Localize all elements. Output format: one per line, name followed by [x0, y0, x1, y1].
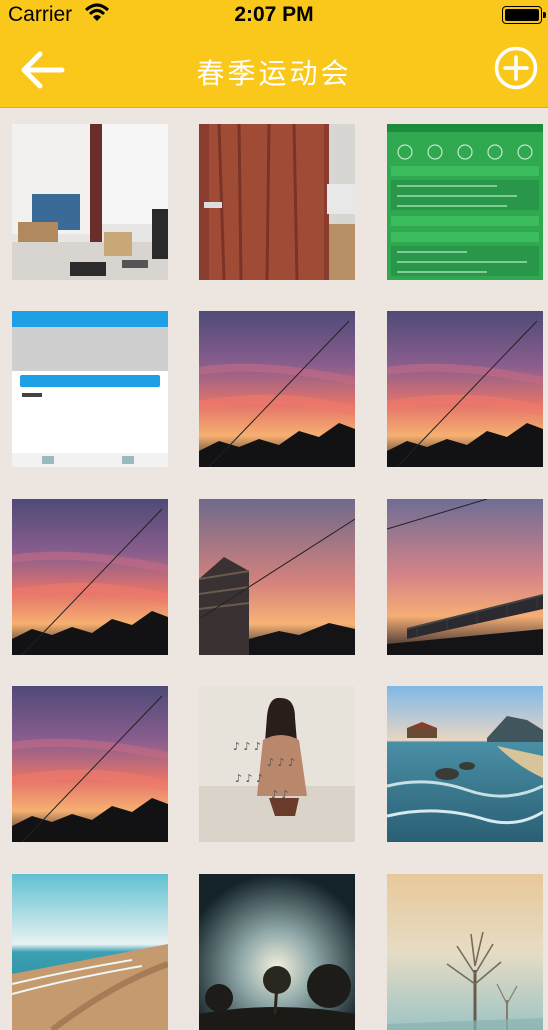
photo-thumbnail[interactable] — [199, 311, 355, 467]
photo-thumbnail[interactable] — [387, 874, 543, 1030]
nav-bar: 春季运动会 — [0, 30, 548, 108]
add-circle-icon[interactable] — [494, 46, 538, 90]
status-time: 2:07 PM — [234, 3, 314, 26]
photo-thumbnail[interactable] — [387, 124, 543, 280]
svg-text:♪ ♪: ♪ ♪ — [271, 788, 289, 801]
status-bar: Carrier 2:07 PM — [0, 0, 548, 30]
photo-thumbnail[interactable] — [12, 874, 168, 1030]
photo-thumbnail[interactable] — [12, 499, 168, 655]
photo-thumbnail[interactable] — [12, 124, 168, 280]
svg-text:♪ ♪ ♪: ♪ ♪ ♪ — [233, 740, 261, 753]
photo-thumbnail[interactable] — [387, 499, 543, 655]
battery-fill — [505, 9, 539, 21]
photo-thumbnail[interactable] — [199, 499, 355, 655]
photo-thumbnail[interactable] — [12, 311, 168, 467]
photo-thumbnail[interactable] — [387, 686, 543, 842]
page-title: 春季运动会 — [196, 57, 352, 90]
svg-text:♪ ♪ ♪: ♪ ♪ ♪ — [267, 756, 295, 769]
svg-text:♪ ♪ ♪: ♪ ♪ ♪ — [235, 772, 263, 785]
photo-thumbnail[interactable] — [12, 686, 168, 842]
photo-thumbnail[interactable] — [199, 874, 355, 1030]
battery-icon — [502, 6, 546, 24]
photo-thumbnail[interactable] — [387, 311, 543, 467]
photo-thumbnail[interactable] — [199, 124, 355, 280]
photo-thumbnail[interactable]: ♪ ♪ ♪ ♪ ♪ ♪ ♪ ♪ ♪ ♪ ♪ — [199, 686, 355, 842]
